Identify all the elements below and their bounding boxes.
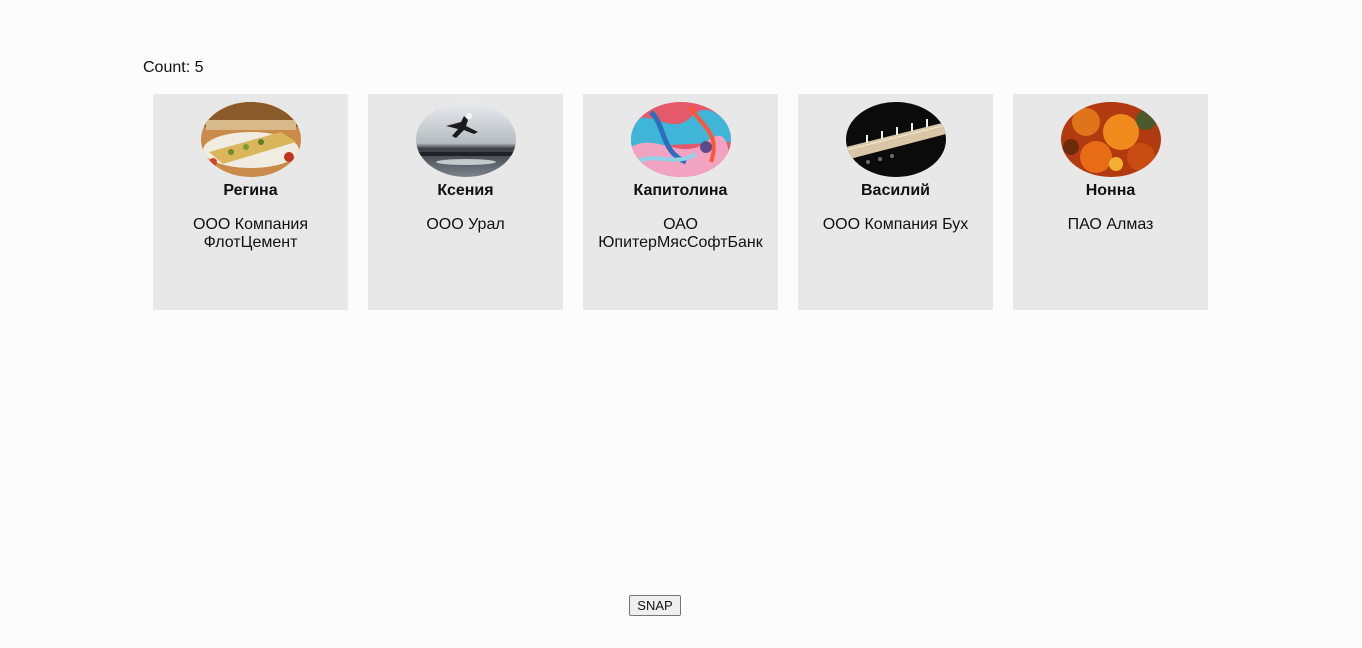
card-list: Регина ООО Компания ФлотЦемент Ксения ОО… xyxy=(153,94,1208,310)
food-photo-icon xyxy=(200,102,301,177)
company-name: ООО Компания ФлотЦемент xyxy=(193,216,308,251)
autumn-leaves-photo-icon xyxy=(1060,102,1161,177)
avatar xyxy=(200,102,301,177)
avatar xyxy=(630,102,731,177)
avatar xyxy=(845,102,946,177)
page: Count: 5 Регина ООО Компания ФлотЦемент … xyxy=(0,0,1362,648)
abstract-paint-photo-icon xyxy=(630,102,731,177)
person-name: Василий xyxy=(860,182,931,199)
person-name: Нонна xyxy=(1085,182,1136,199)
company-name: ООО Компания Бух xyxy=(822,216,969,233)
company-name: ОАО ЮпитерМясСофтБанк xyxy=(598,216,763,251)
snap-button[interactable]: SNAP xyxy=(629,595,681,616)
person-card: Ксения ООО Урал xyxy=(368,94,563,310)
count-label: Count: 5 xyxy=(143,59,204,76)
person-card: Капитолина ОАО ЮпитерМясСофтБанк xyxy=(583,94,778,310)
company-name: ПАО Алмаз xyxy=(1067,216,1154,233)
person-card: Нонна ПАО Алмаз xyxy=(1013,94,1208,310)
avatar xyxy=(1060,102,1161,177)
person-name: Капитолина xyxy=(633,182,728,199)
person-name: Регина xyxy=(223,182,278,199)
jump-silhouette-photo-icon xyxy=(415,102,516,177)
runway-photo-icon xyxy=(845,102,946,177)
person-name: Ксения xyxy=(437,182,494,199)
person-card: Василий ООО Компания Бух xyxy=(798,94,993,310)
company-name: ООО Урал xyxy=(426,216,505,233)
avatar xyxy=(415,102,516,177)
person-card: Регина ООО Компания ФлотЦемент xyxy=(153,94,348,310)
